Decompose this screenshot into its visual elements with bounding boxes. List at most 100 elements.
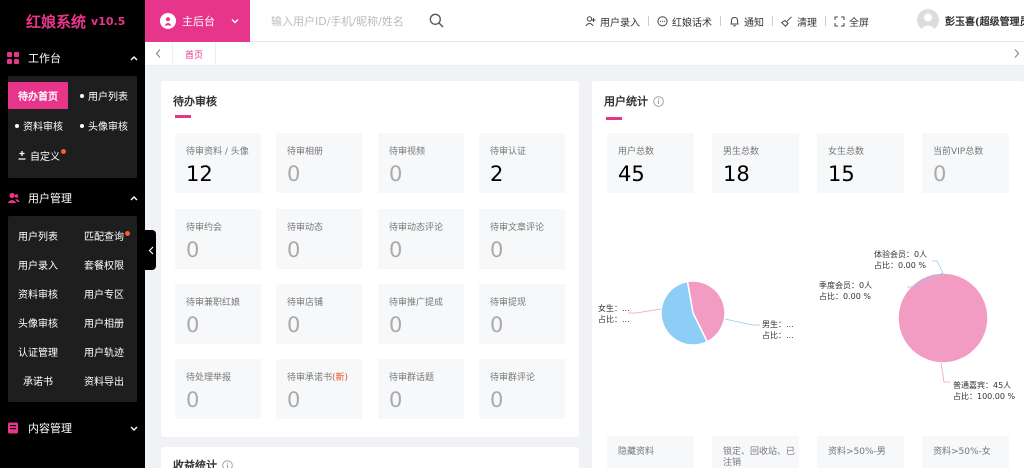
broom-icon — [781, 15, 792, 27]
user-stat-tile[interactable]: 当前VIP总数 0 — [922, 133, 1009, 193]
pending-review-card: 待办审核 待审资料 / 头像 12 待审相册 0 待审视频 0 待审认证 2 待审约会 0 待审动态… — [161, 81, 579, 437]
tile-label-text: 待审资料 / 头像 — [186, 147, 249, 157]
search-icon[interactable] — [429, 13, 444, 28]
user-stat-tile[interactable]: 锁定、回收站、已注销 — [712, 436, 799, 468]
main-backend-button[interactable]: 主后台 — [145, 0, 250, 42]
brand-title: 红娘系统 — [26, 12, 87, 31]
users-icon — [6, 191, 20, 205]
pending-tile[interactable]: 待审视频 0 — [378, 133, 464, 193]
chevron-right-icon[interactable] — [1013, 48, 1020, 59]
pending-tile[interactable]: 待审文章评论 0 — [479, 209, 565, 269]
tile-label-text: 待审视频 — [389, 147, 426, 157]
user-menu[interactable]: 彭玉喜(超级管理员) — [917, 9, 1024, 31]
revenue-stats-card: 收益统计 — [161, 447, 579, 468]
tile-label: 待审提现 — [490, 295, 526, 308]
sidebar-item-avatar-review[interactable]: 头像审核 — [18, 315, 58, 330]
sidebar-section-content-mgmt[interactable]: 内容管理 — [0, 412, 145, 444]
tile-value: 0 — [490, 388, 504, 412]
sidebar-collapse-toggle[interactable] — [145, 230, 156, 270]
membership-pie-slice-2[interactable] — [897, 272, 989, 364]
sidebar-item-match-query[interactable]: 匹配查询 — [84, 228, 130, 243]
tile-label-text: 待审承诺书 — [287, 373, 333, 383]
pending-tile[interactable]: 待审约会 0 — [175, 209, 261, 269]
brand: 红娘系统 v10.5 — [0, 0, 145, 42]
tile-label: 女生总数 — [828, 147, 865, 157]
top-actions: 用户录入 红娘话术 通知 清理 全屏 — [585, 0, 869, 42]
pending-tile[interactable]: 待审提现 0 — [479, 284, 565, 344]
user-stat-tile[interactable]: 资料>50%-男 — [817, 436, 904, 468]
sidebar-item-pending-home[interactable]: 待办首页 — [8, 82, 68, 109]
tile-value: 18 — [723, 162, 750, 186]
sidebar-item-label: 匹配查询 — [84, 232, 124, 243]
pending-tile[interactable]: 待处理举报 0 — [175, 359, 261, 419]
sidebar-item-user-zone[interactable]: 用户专区 — [84, 286, 124, 301]
user-stat-tile[interactable]: 资料>50%-女 — [922, 436, 1009, 468]
tile-value: 0 — [389, 238, 403, 262]
chevron-up-icon — [130, 196, 138, 201]
sidebar-section-user-mgmt[interactable]: 用户管理 — [0, 182, 145, 214]
info-icon[interactable] — [222, 459, 233, 468]
sidebar-item-user-list[interactable]: 用户列表 — [18, 228, 58, 243]
tile-label-text: 待审提现 — [490, 298, 527, 308]
sidebar-item-user-album[interactable]: 用户相册 — [84, 315, 124, 330]
pending-tile[interactable]: 待审群话题 0 — [378, 359, 464, 419]
user-add-icon — [585, 15, 596, 26]
tile-label: 待审相册 — [287, 144, 323, 157]
sidebar-item-commitment[interactable]: 承诺书 — [23, 373, 53, 388]
avatar — [917, 9, 939, 31]
tile-label: 待审认证 — [490, 144, 526, 157]
chevron-left-icon[interactable] — [155, 48, 162, 59]
tile-value: 45 — [618, 162, 645, 186]
pending-tile[interactable]: 待审店铺 0 — [276, 284, 362, 344]
main-backend-label: 主后台 — [182, 15, 215, 28]
sidebar-item-avatar-review[interactable]: 头像审核 — [80, 118, 128, 133]
user-stat-tile[interactable]: 隐藏资料 — [607, 436, 694, 468]
sidebar-item-customize[interactable]: 自定义 — [18, 148, 66, 163]
sidebar-item-data-export[interactable]: 资料导出 — [84, 373, 124, 388]
pending-tile[interactable]: 待审兼职红娘 0 — [175, 284, 261, 344]
pending-tile[interactable]: 待审动态 0 — [276, 209, 362, 269]
sidebar-item-profile-review[interactable]: 资料审核 — [15, 118, 63, 133]
top-action-label: 用户录入 — [600, 17, 640, 29]
pie-leader-line — [724, 318, 760, 326]
clean-link[interactable]: 清理 — [781, 14, 817, 29]
user-name: 彭玉喜(超级管理员) — [945, 16, 1024, 28]
user-stat-tile[interactable]: 用户总数 45 — [607, 133, 694, 193]
tile-label: 待审动态评论 — [389, 220, 443, 233]
sidebar-section-workbench[interactable]: 工作台 — [0, 42, 145, 74]
pending-tile[interactable]: 待审相册 0 — [276, 133, 362, 193]
sidebar-item-user-list[interactable]: 用户列表 — [80, 88, 128, 103]
search-input[interactable] — [271, 12, 431, 30]
card-title: 收益统计 — [173, 457, 233, 468]
tab-home[interactable]: 首页 — [172, 42, 216, 66]
matchmaker-script-link[interactable]: 红娘话术 — [657, 14, 712, 29]
fullscreen-link[interactable]: 全屏 — [834, 14, 869, 29]
tabs-bar: 首页 — [145, 42, 1024, 66]
pending-tile[interactable]: 待审认证 2 — [479, 133, 565, 193]
notify-link[interactable]: 通知 — [729, 14, 764, 29]
pending-tile[interactable]: 待审承诺书(新) 0 — [276, 359, 362, 419]
tile-label: 待审视频 — [389, 144, 425, 157]
user-stat-tile[interactable]: 女生总数 15 — [817, 133, 904, 193]
user-stats-charts — [628, 260, 989, 383]
sidebar-item-package-permission[interactable]: 套餐权限 — [84, 257, 124, 272]
chat-icon — [657, 15, 668, 26]
pending-tile[interactable]: 待审资料 / 头像 12 — [175, 133, 261, 193]
user-entry-link[interactable]: 用户录入 — [585, 14, 640, 29]
sidebar-item-user-entry[interactable]: 用户录入 — [18, 257, 58, 272]
pending-tile[interactable]: 待审推广提成 0 — [378, 284, 464, 344]
grid-icon — [6, 51, 20, 65]
pending-tile[interactable]: 待审动态评论 0 — [378, 209, 464, 269]
bell-icon — [730, 16, 739, 26]
tile-value: 0 — [933, 162, 947, 186]
card-title: 待办审核 — [173, 95, 217, 108]
pending-tile[interactable]: 待审群评论 0 — [479, 359, 565, 419]
sidebar-item-user-track[interactable]: 用户轨迹 — [84, 344, 124, 359]
pie-label-female: 女生：... 占比：... — [598, 303, 630, 325]
sidebar-item-profile-review[interactable]: 资料审核 — [18, 286, 58, 301]
sidebar-item-auth-mgmt[interactable]: 认证管理 — [18, 344, 58, 359]
tab-label: 首页 — [184, 50, 203, 61]
tile-value: 0 — [389, 162, 403, 186]
user-stat-tile[interactable]: 男生总数 18 — [712, 133, 799, 193]
tile-value: 0 — [186, 388, 200, 412]
